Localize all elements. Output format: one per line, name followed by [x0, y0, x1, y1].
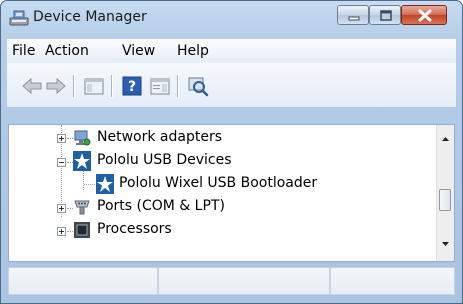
show-hide-console-tree-button[interactable]: [83, 75, 105, 97]
status-cell: [330, 267, 455, 295]
tree-item-label: Pololu USB Devices: [97, 152, 232, 168]
processor-icon: [73, 221, 91, 239]
tree-item-processors[interactable]: Processors: [9, 219, 429, 241]
caption-buttons: [337, 5, 453, 25]
window-title: Device Manager: [33, 9, 147, 25]
status-bar: [8, 267, 455, 297]
toolbar: ?: [7, 63, 456, 107]
show-hide-console-tree-icon: [84, 78, 104, 95]
chevron-up-icon: [442, 137, 449, 141]
title-bar[interactable]: Device Manager: [1, 1, 462, 35]
vertical-scrollbar[interactable]: [436, 125, 454, 261]
port-icon: [73, 198, 91, 216]
scrollbar-thumb[interactable]: [439, 189, 451, 211]
menu-view[interactable]: View: [122, 43, 155, 59]
back-arrow-icon: [22, 77, 42, 95]
scroll-down-button[interactable]: [437, 235, 454, 252]
tree-connector: [84, 184, 95, 186]
tree-item-ports[interactable]: Ports (COM & LPT): [9, 196, 429, 218]
device-manager-icon: [9, 9, 29, 27]
forward-arrow-icon: [46, 77, 66, 95]
maximize-icon: [380, 10, 392, 21]
scan-hardware-button[interactable]: [187, 75, 209, 97]
close-button[interactable]: [401, 5, 447, 25]
properties-icon: [150, 78, 170, 95]
toolbar-separator: [73, 75, 75, 97]
expand-toggle[interactable]: [57, 227, 66, 236]
pololu-icon: [73, 151, 91, 171]
chevron-down-icon: [442, 242, 449, 246]
menu-action[interactable]: Action: [45, 43, 89, 59]
toolbar-separator: [111, 75, 113, 97]
collapse-toggle[interactable]: [57, 158, 66, 167]
network-adapter-icon: [73, 129, 91, 147]
pololu-icon: [96, 174, 114, 194]
minimize-button[interactable]: [337, 5, 369, 25]
properties-button[interactable]: [149, 75, 171, 97]
status-cell: [158, 267, 330, 295]
maximize-button[interactable]: [369, 5, 401, 25]
tree-item-label: Pololu Wixel USB Bootloader: [119, 175, 318, 191]
help-icon: ?: [122, 76, 142, 96]
tree-item-pololu-wixel-usb-bootloader[interactable]: Pololu Wixel USB Bootloader: [9, 173, 429, 195]
toolbar-separator: [177, 75, 179, 97]
tree-item-pololu-usb-devices[interactable]: Pololu USB Devices: [9, 150, 429, 172]
help-button[interactable]: ?: [121, 75, 143, 97]
expand-toggle[interactable]: [57, 134, 66, 143]
minimize-icon: [348, 16, 360, 21]
device-tree[interactable]: Network adapters Pololu USB Devices Polo…: [8, 124, 455, 262]
menu-bar: File Action View Help: [7, 39, 456, 64]
tree-item-label: Network adapters: [97, 129, 222, 145]
svg-text:?: ?: [128, 79, 136, 95]
close-icon: [418, 9, 432, 22]
scan-hardware-icon: [188, 77, 209, 97]
tree-item-label: Ports (COM & LPT): [97, 198, 225, 214]
tree-item-network-adapters[interactable]: Network adapters: [9, 127, 429, 149]
device-manager-window: Device Manager File Action View Help ? N…: [0, 0, 463, 304]
menu-file[interactable]: File: [12, 43, 35, 59]
scroll-up-button[interactable]: [437, 130, 454, 147]
back-button[interactable]: [21, 75, 43, 97]
tree-item-label: Processors: [97, 221, 172, 237]
menu-help[interactable]: Help: [177, 43, 209, 59]
forward-button[interactable]: [45, 75, 67, 97]
status-cell: [8, 267, 158, 295]
expand-toggle[interactable]: [57, 204, 66, 213]
